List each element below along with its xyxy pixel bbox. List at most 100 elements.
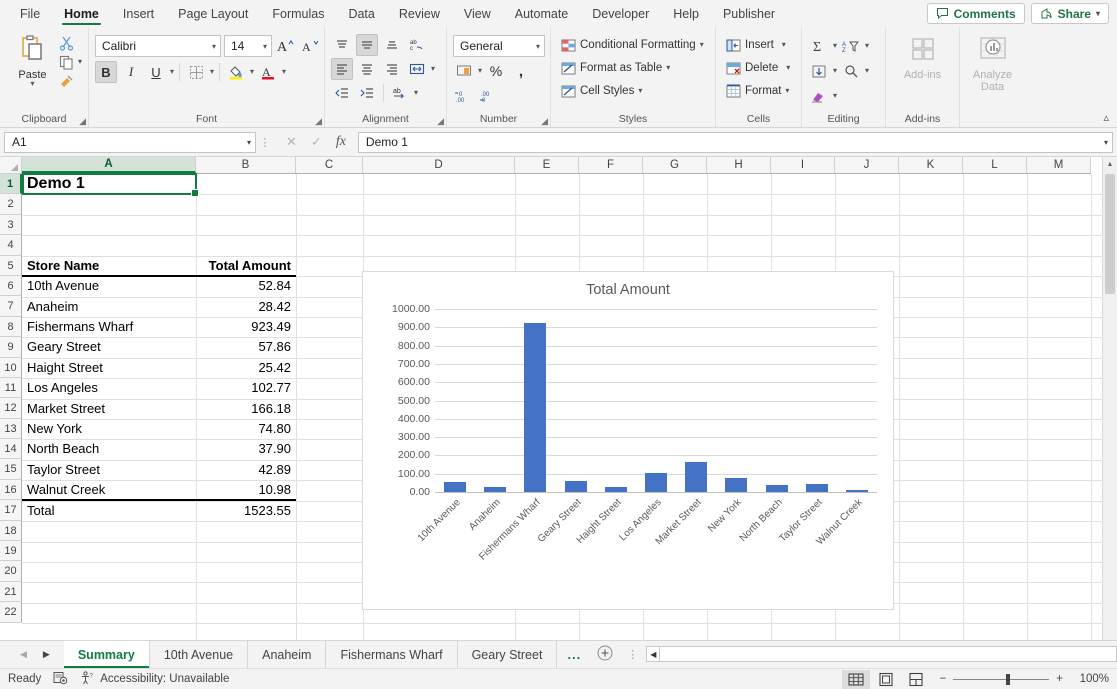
- fill-color-icon[interactable]: [225, 61, 247, 83]
- chevron-down-icon[interactable]: ▾: [431, 66, 435, 72]
- chevron-down-icon[interactable]: ▾: [478, 68, 482, 74]
- chevron-down-icon[interactable]: ▾: [414, 90, 418, 96]
- row-header-16[interactable]: 16: [0, 480, 22, 500]
- accounting-format-icon[interactable]: [453, 60, 475, 82]
- chart-bar-taylor-street[interactable]: [806, 484, 828, 492]
- page-layout-view-button[interactable]: [872, 670, 900, 689]
- column-header-i[interactable]: I: [771, 157, 835, 173]
- align-middle-icon[interactable]: [356, 34, 378, 56]
- copy-icon[interactable]: [59, 54, 75, 70]
- chart-bar-new-york[interactable]: [725, 478, 747, 492]
- cell-A9[interactable]: Haight Street: [24, 358, 194, 378]
- row-header-14[interactable]: 14: [0, 439, 22, 459]
- row-header-20[interactable]: 20: [0, 561, 22, 581]
- ribbon-tab-data[interactable]: Data: [336, 0, 386, 27]
- italic-button[interactable]: I: [120, 61, 142, 83]
- ribbon-tab-review[interactable]: Review: [387, 0, 452, 27]
- vertical-scrollbar[interactable]: ▲: [1102, 157, 1117, 640]
- cell-B15[interactable]: 10.98: [198, 480, 294, 500]
- wrap-text-icon[interactable]: ab: [389, 82, 411, 104]
- sheet-tab-overflow[interactable]: ...: [557, 641, 591, 668]
- row-header-17[interactable]: 17: [0, 500, 22, 520]
- chart-bar-10th-avenue[interactable]: [444, 482, 466, 492]
- cell-B12[interactable]: 74.80: [198, 419, 294, 439]
- analyze-data-button[interactable]: Analyze Data: [966, 30, 1019, 93]
- sheet-tab-anaheim[interactable]: Anaheim: [248, 641, 326, 668]
- row-header-18[interactable]: 18: [0, 521, 22, 541]
- conditional-formatting-button[interactable]: Conditional Formatting ▾: [557, 35, 707, 55]
- decrease-font-size-icon[interactable]: A: [300, 35, 322, 57]
- decrease-indent-icon[interactable]: [331, 82, 353, 104]
- clear-icon[interactable]: [808, 85, 830, 107]
- number-dialog-launcher-icon[interactable]: ◢: [541, 116, 548, 127]
- ribbon-tab-view[interactable]: View: [452, 0, 503, 27]
- increase-decimal-icon[interactable]: 0.00: [453, 85, 475, 107]
- chart-bar-anaheim[interactable]: [484, 487, 506, 492]
- ribbon-tab-insert[interactable]: Insert: [111, 0, 166, 27]
- cell-A10[interactable]: Los Angeles: [24, 378, 194, 398]
- chevron-down-icon[interactable]: ▾: [250, 69, 254, 75]
- sheet-tab-summary[interactable]: Summary: [64, 641, 150, 668]
- share-button[interactable]: Share ▾: [1031, 3, 1109, 24]
- cell-A16[interactable]: Total: [24, 501, 194, 521]
- horizontal-scroll-grip[interactable]: ⋮: [619, 641, 646, 668]
- row-header-21[interactable]: 21: [0, 582, 22, 602]
- row-header-1[interactable]: 1: [0, 174, 22, 194]
- row-header-4[interactable]: 4: [0, 235, 22, 255]
- chart-bar-los-angeles[interactable]: [645, 473, 667, 492]
- borders-icon[interactable]: [185, 61, 207, 83]
- column-header-h[interactable]: H: [707, 157, 771, 173]
- cell-B11[interactable]: 166.18: [198, 399, 294, 419]
- column-header-m[interactable]: M: [1027, 157, 1091, 173]
- font-color-icon[interactable]: A: [257, 61, 279, 83]
- column-header-k[interactable]: K: [899, 157, 963, 173]
- zoom-in-button[interactable]: +: [1056, 673, 1063, 685]
- scroll-up-icon[interactable]: ▲: [1103, 157, 1117, 172]
- zoom-level[interactable]: 100%: [1073, 673, 1109, 685]
- cell-A11[interactable]: Market Street: [24, 399, 194, 419]
- chart-bar-fishermans-wharf[interactable]: [524, 323, 546, 492]
- chevron-down-icon[interactable]: ▾: [865, 68, 869, 74]
- cell-B6[interactable]: 28.42: [198, 297, 294, 317]
- row-header-7[interactable]: 7: [0, 296, 22, 316]
- column-header-d[interactable]: D: [363, 157, 515, 173]
- find-select-icon[interactable]: [840, 60, 862, 82]
- align-left-icon[interactable]: [331, 58, 353, 80]
- cell-A14[interactable]: Taylor Street: [24, 460, 194, 480]
- sort-filter-icon[interactable]: AZ: [840, 35, 862, 57]
- add-sheet-button[interactable]: [591, 641, 619, 668]
- chevron-down-icon[interactable]: ▾: [833, 43, 837, 49]
- cell-B4[interactable]: Total Amount: [198, 256, 294, 276]
- chevron-down-icon[interactable]: ▾: [78, 59, 82, 65]
- chevron-down-icon[interactable]: ▾: [865, 43, 869, 49]
- chevron-down-icon[interactable]: ▾: [833, 68, 837, 74]
- ribbon-tab-help[interactable]: Help: [661, 0, 711, 27]
- column-header-g[interactable]: G: [643, 157, 707, 173]
- cell-B9[interactable]: 25.42: [198, 358, 294, 378]
- cell-styles-button[interactable]: Cell Styles ▾: [557, 81, 645, 101]
- horizontal-scroll-track[interactable]: ◀: [646, 646, 1117, 662]
- row-header-2[interactable]: 2: [0, 194, 22, 214]
- chart-bar-haight-street[interactable]: [605, 487, 627, 492]
- paste-button[interactable]: Paste ▾: [6, 30, 59, 87]
- row-header-9[interactable]: 9: [0, 337, 22, 357]
- cell-B10[interactable]: 102.77: [198, 378, 294, 398]
- format-cells-button[interactable]: Format ▾: [722, 81, 792, 101]
- row-header-11[interactable]: 11: [0, 378, 22, 398]
- ribbon-tab-publisher[interactable]: Publisher: [711, 0, 787, 27]
- font-size-combo[interactable]: 14 ▾: [224, 35, 272, 57]
- delete-cells-button[interactable]: Delete ▾: [722, 58, 793, 78]
- chevron-down-icon[interactable]: ▾: [210, 69, 214, 75]
- row-header-5[interactable]: 5: [0, 256, 22, 276]
- scroll-left-icon[interactable]: ◀: [647, 647, 660, 661]
- chart-bar-market-street[interactable]: [685, 462, 707, 492]
- cell-A8[interactable]: Geary Street: [24, 337, 194, 357]
- zoom-track[interactable]: [953, 679, 1049, 680]
- cancel-entry-icon[interactable]: ✕: [286, 134, 297, 150]
- font-name-combo[interactable]: Calibri ▾: [95, 35, 221, 57]
- increase-indent-icon[interactable]: [356, 82, 378, 104]
- chevron-down-icon[interactable]: ▾: [170, 69, 174, 75]
- cut-icon[interactable]: [59, 35, 75, 51]
- chevron-down-icon[interactable]: ▾: [833, 93, 837, 99]
- sheet-tab-geary-street[interactable]: Geary Street: [458, 641, 558, 668]
